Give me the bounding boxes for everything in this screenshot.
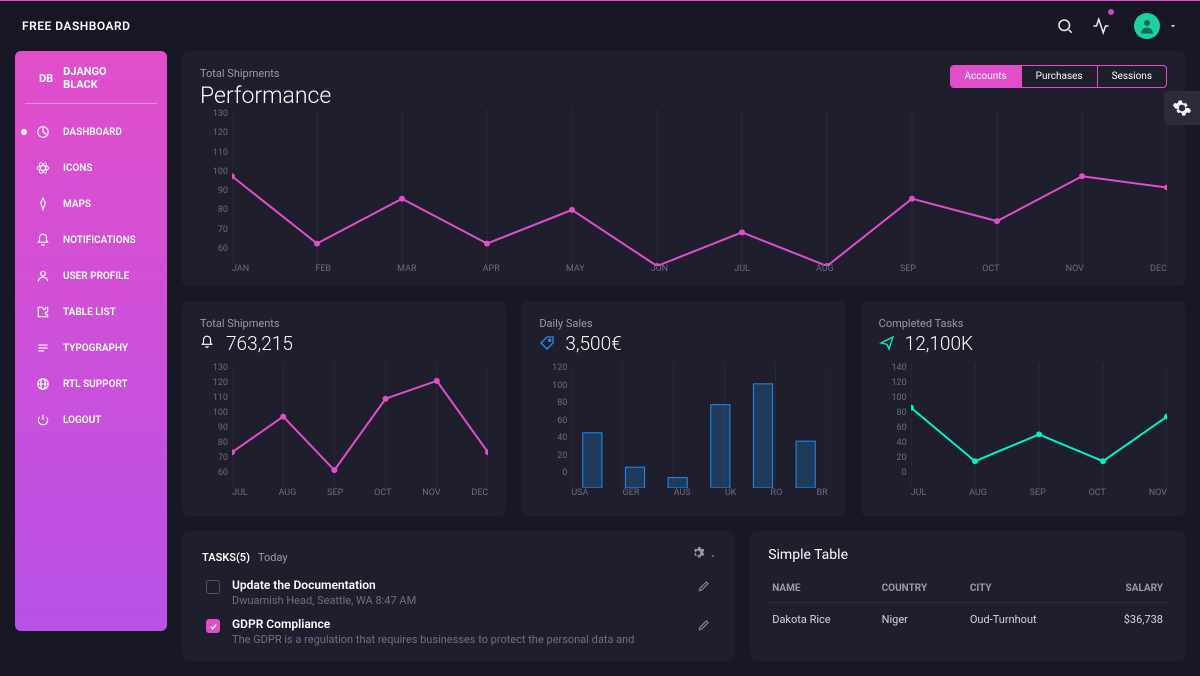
table-row: Dakota RiceNigerOud-Turnhout$36,738 bbox=[768, 603, 1167, 637]
task-row: Update the Documentation Dwuamish Head, S… bbox=[200, 568, 717, 607]
metric-sub: Completed Tasks bbox=[879, 317, 1167, 330]
sidebar-item-label: TYPOGRAPHY bbox=[63, 343, 128, 354]
task-desc: The GDPR is a regulation that requires b… bbox=[232, 633, 685, 646]
user-icon bbox=[35, 268, 51, 284]
simple-table-card: Simple Table NAMECOUNTRYCITYSALARYDakota… bbox=[750, 531, 1185, 661]
atom-icon bbox=[35, 160, 51, 176]
task-desc: Dwuamish Head, Seattle, WA 8:47 AM bbox=[232, 594, 685, 607]
pencil-icon[interactable] bbox=[697, 617, 711, 636]
sidebar-item-label: DASHBOARD bbox=[63, 127, 122, 138]
globe-icon bbox=[35, 376, 51, 392]
sidebar-item-label: LOGOUT bbox=[63, 415, 101, 426]
puzzle-icon bbox=[35, 304, 51, 320]
bell-icon bbox=[200, 335, 218, 353]
sidebar-item-label: RTL SUPPORT bbox=[63, 379, 128, 390]
lines-icon bbox=[35, 340, 51, 356]
task-title: Update the Documentation bbox=[232, 578, 685, 592]
tasks-gear-icon[interactable] bbox=[691, 545, 717, 564]
sidebar-item-user-profile[interactable]: USER PROFILE bbox=[15, 258, 167, 294]
table-cell: Dakota Rice bbox=[768, 603, 877, 637]
sidebar-item-dashboard[interactable]: DASHBOARD bbox=[15, 114, 167, 150]
sidebar-item-label: MAPS bbox=[63, 199, 91, 210]
task-row: GDPR Compliance The GDPR is a regulation … bbox=[200, 607, 717, 646]
chart-icon bbox=[35, 124, 51, 140]
tab-sessions[interactable]: Sessions bbox=[1097, 66, 1166, 87]
sidebar-item-logout[interactable]: LOGOUT bbox=[15, 402, 167, 438]
tasks-tab-1[interactable]: Today bbox=[256, 547, 290, 568]
send-icon bbox=[879, 335, 897, 353]
table-cell: Niger bbox=[878, 603, 966, 637]
sidebar-item-label: USER PROFILE bbox=[63, 271, 129, 282]
avatar[interactable] bbox=[1134, 13, 1160, 39]
sidebar-item-label: ICONS bbox=[63, 163, 93, 174]
tab-purchases[interactable]: Purchases bbox=[1021, 66, 1097, 87]
metric-sub: Daily Sales bbox=[539, 317, 827, 330]
bell-icon bbox=[35, 232, 51, 248]
sidebar-title: DJANGO BLACK bbox=[63, 65, 143, 91]
table-title: Simple Table bbox=[768, 547, 1167, 563]
metric-value: 3,500€ bbox=[565, 332, 621, 355]
task-checkbox[interactable] bbox=[206, 580, 220, 594]
metric-value: 12,100K bbox=[905, 332, 973, 355]
table-header: CITY bbox=[966, 575, 1089, 603]
sidebar-item-notifications[interactable]: NOTIFICATIONS bbox=[15, 222, 167, 258]
activity-icon[interactable] bbox=[1092, 17, 1116, 35]
table-cell: Oud-Turnhout bbox=[966, 603, 1089, 637]
chevron-down-icon[interactable] bbox=[1168, 21, 1178, 31]
power-icon bbox=[35, 412, 51, 428]
performance-card: Total Shipments Performance AccountsPurc… bbox=[182, 51, 1185, 286]
sidebar-item-icons[interactable]: ICONS bbox=[15, 150, 167, 186]
tag-icon bbox=[539, 335, 557, 353]
search-icon[interactable] bbox=[1056, 17, 1074, 35]
app-brand: FREE DASHBOARD bbox=[22, 19, 130, 33]
tasks-tab-0[interactable]: TASKS(5) bbox=[200, 547, 252, 568]
task-checkbox[interactable] bbox=[206, 619, 220, 633]
task-title: GDPR Compliance bbox=[232, 617, 685, 631]
table-header: NAME bbox=[768, 575, 877, 603]
tasks-card: TASKS(5)Today Update the Documentation Dw… bbox=[182, 531, 735, 661]
settings-fab[interactable] bbox=[1164, 91, 1200, 125]
metric-card-1: Daily Sales3,500€120100806040200USAGERAU… bbox=[521, 301, 845, 516]
sidebar-item-label: NOTIFICATIONS bbox=[63, 235, 136, 246]
table-header: SALARY bbox=[1089, 575, 1167, 603]
pencil-icon[interactable] bbox=[697, 578, 711, 597]
metric-card-0: Total Shipments763,215130120110100908070… bbox=[182, 301, 506, 516]
metric-value: 763,215 bbox=[226, 332, 293, 355]
sidebar-badge: DB bbox=[39, 72, 53, 85]
pin-icon bbox=[35, 196, 51, 212]
table-cell: $36,738 bbox=[1089, 603, 1167, 637]
sidebar-item-typography[interactable]: TYPOGRAPHY bbox=[15, 330, 167, 366]
sidebar-item-maps[interactable]: MAPS bbox=[15, 186, 167, 222]
tab-accounts[interactable]: Accounts bbox=[951, 66, 1021, 87]
sidebar-item-rtl-support[interactable]: RTL SUPPORT bbox=[15, 366, 167, 402]
sidebar: DB DJANGO BLACK DASHBOARD ICONS MAPS NOTIFI… bbox=[15, 51, 167, 631]
sidebar-item-table-list[interactable]: TABLE LIST bbox=[15, 294, 167, 330]
metric-card-2: Completed Tasks12,100K140120100806040200… bbox=[861, 301, 1185, 516]
metric-sub: Total Shipments bbox=[200, 317, 488, 330]
sidebar-item-label: TABLE LIST bbox=[63, 307, 116, 318]
table-header: COUNTRY bbox=[878, 575, 966, 603]
